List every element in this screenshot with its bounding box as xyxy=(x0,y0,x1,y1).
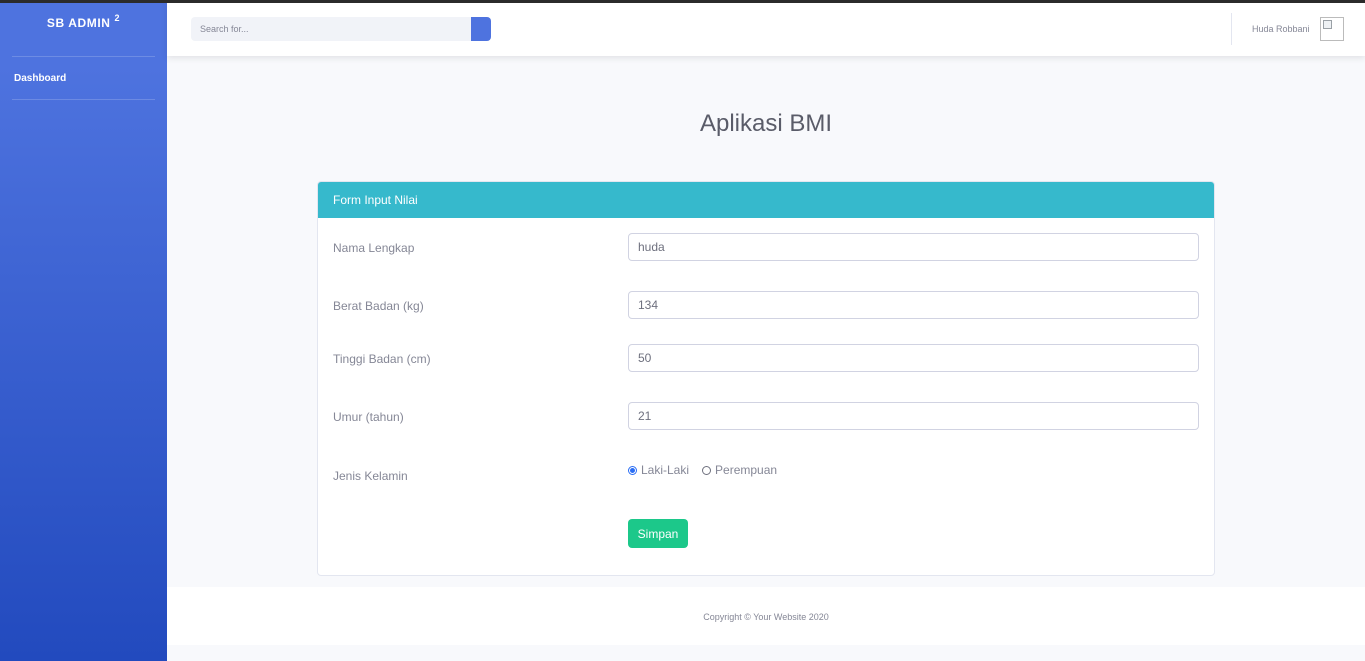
card-header: Form Input Nilai xyxy=(318,182,1214,218)
sidebar-item-dashboard[interactable]: Dashboard xyxy=(14,73,66,84)
nama-lengkap-input[interactable] xyxy=(628,233,1199,261)
tinggi-badan-input[interactable] xyxy=(628,344,1199,372)
berat-badan-input[interactable] xyxy=(628,291,1199,319)
brand-superscript: 2 xyxy=(114,13,121,23)
avatar-broken-image-icon[interactable] xyxy=(1320,17,1344,41)
sidebar: SB ADMIN 2 Dashboard xyxy=(0,0,167,661)
user-name[interactable]: Huda Robbani xyxy=(1252,24,1310,34)
label-berat-badan: Berat Badan (kg) xyxy=(333,299,424,313)
radio-label-laki-laki[interactable]: Laki-Laki xyxy=(641,463,689,477)
page-title: Aplikasi BMI xyxy=(699,110,833,137)
label-nama-lengkap: Nama Lengkap xyxy=(333,241,415,255)
bmi-form-card: Form Input Nilai Nama Lengkap Berat Bada… xyxy=(317,181,1215,576)
label-tinggi-badan: Tinggi Badan (cm) xyxy=(333,352,431,366)
brand-text: SB ADMIN xyxy=(46,16,111,30)
search-input[interactable] xyxy=(191,17,471,41)
topbar: Huda Robbani xyxy=(167,3,1365,56)
umur-input[interactable] xyxy=(628,402,1199,430)
card-header-title: Form Input Nilai xyxy=(333,193,418,207)
copyright-text: Copyright © Your Website 2020 xyxy=(703,612,829,622)
radio-perempuan[interactable] xyxy=(702,465,712,475)
footer: Copyright © Your Website 2020 xyxy=(167,587,1365,645)
topbar-divider xyxy=(1231,13,1232,45)
gender-radio-group: Laki-Laki Perempuan xyxy=(628,463,790,477)
label-umur: Umur (tahun) xyxy=(333,410,404,424)
radio-label-perempuan[interactable]: Perempuan xyxy=(715,463,777,477)
sidebar-divider xyxy=(12,56,155,57)
label-jenis-kelamin: Jenis Kelamin xyxy=(333,469,408,483)
radio-laki-laki[interactable] xyxy=(628,465,637,475)
search-button[interactable] xyxy=(471,17,491,41)
sidebar-brand[interactable]: SB ADMIN 2 xyxy=(0,13,167,30)
simpan-button[interactable]: Simpan xyxy=(628,519,688,548)
window-top-border xyxy=(0,0,1365,3)
sidebar-divider xyxy=(12,99,155,100)
